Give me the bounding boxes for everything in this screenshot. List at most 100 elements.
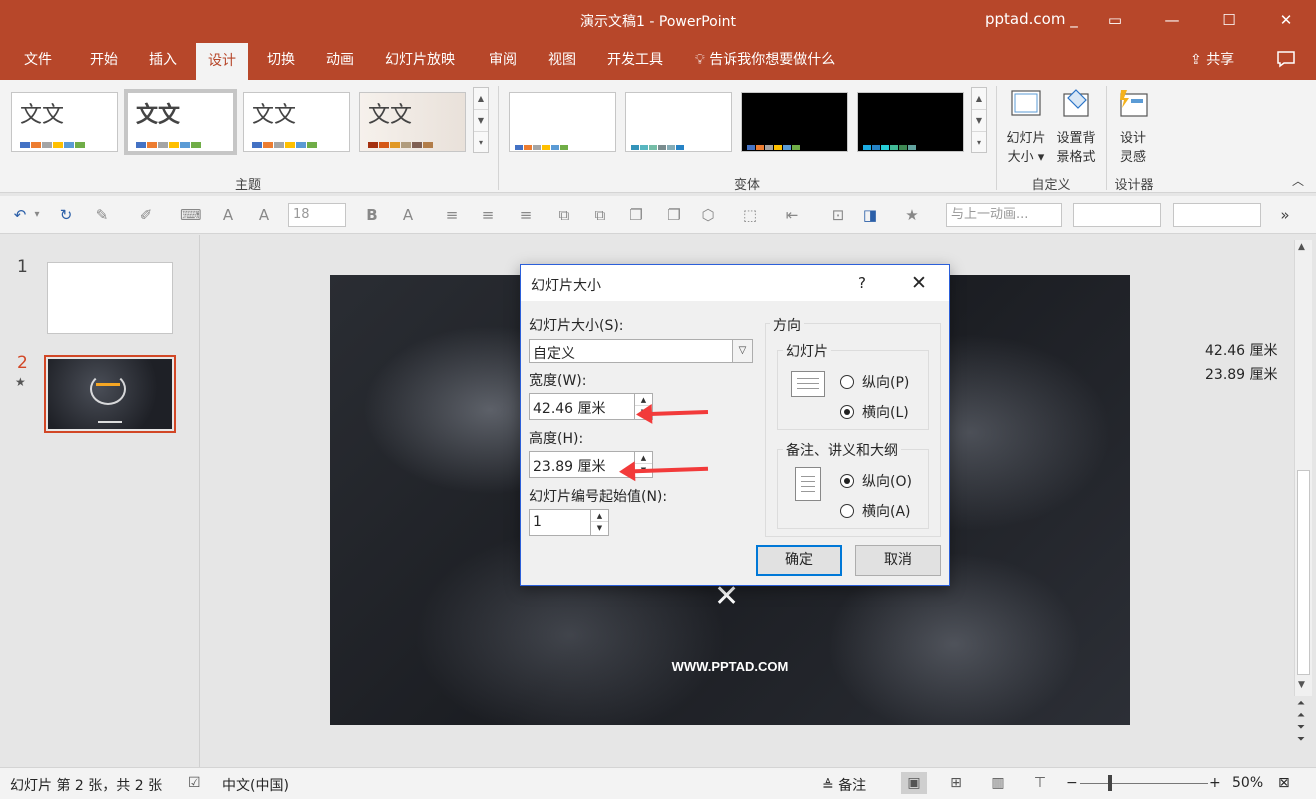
zoom-level[interactable]: 50% <box>1232 775 1263 791</box>
ungroup-icon[interactable]: ⧉ <box>590 205 610 225</box>
fit-slide-icon[interactable]: ⊠ <box>1278 775 1290 791</box>
notes-button[interactable]: ≜ 备注 <box>822 775 866 795</box>
zoom-slider[interactable] <box>1080 783 1208 784</box>
scroll-thumb[interactable] <box>1297 470 1310 675</box>
zoom-slider-thumb[interactable] <box>1108 775 1112 791</box>
bold-icon[interactable]: B <box>362 205 382 225</box>
minimize-icon[interactable]: — <box>1160 8 1184 32</box>
layout-icon[interactable]: ◨ <box>860 205 880 225</box>
font-shrink-icon[interactable]: A <box>254 205 274 225</box>
theme-thumb-4[interactable]: 文文 <box>359 92 466 152</box>
spellcheck-icon[interactable]: ☑ <box>188 775 201 791</box>
pen-icon[interactable]: ✐ <box>136 205 156 225</box>
vertical-scrollbar[interactable]: ▲ ▼ <box>1294 240 1312 696</box>
tab-view[interactable]: 视图 <box>536 40 588 80</box>
collapse-ribbon-icon[interactable]: ︿ <box>1292 172 1304 189</box>
font-grow-icon[interactable]: A <box>218 205 238 225</box>
tab-file[interactable]: 文件 <box>12 40 64 80</box>
align-center-icon[interactable]: ≡ <box>478 205 498 225</box>
select-icon[interactable]: ⬚ <box>740 205 760 225</box>
variant-gallery-scroll[interactable]: ▲ ▼ ▾ <box>971 87 987 153</box>
tab-transitions[interactable]: 切换 <box>255 40 307 80</box>
tab-insert[interactable]: 插入 <box>137 40 189 80</box>
close-window-icon[interactable]: ✕ <box>1274 8 1298 32</box>
align-objects-icon[interactable]: ⇤ <box>782 205 802 225</box>
tell-me[interactable]: 💡︎ 告诉我你想要做什么 <box>695 40 835 80</box>
status-bar: 幻灯片 第 2 张，共 2 张 ☑ 中文(中国) ≜ 备注 ▣ ⊞ ▥ ⊤ − … <box>0 767 1316 799</box>
slide-thumbnails: 1 2 ★ <box>0 235 200 767</box>
tab-design[interactable]: 设计 <box>196 43 248 80</box>
animation-timing-box[interactable]: 与上一动画... <box>946 203 1062 227</box>
start-down-icon[interactable]: ▼ <box>591 522 608 534</box>
align-right-icon[interactable]: ≡ <box>516 205 536 225</box>
theme-thumb-2[interactable]: 文文 <box>124 89 237 155</box>
variant-thumb-4[interactable] <box>857 92 964 152</box>
theme-thumb-3[interactable]: 文文 <box>243 92 350 152</box>
undo-icon[interactable]: ↶ <box>10 205 30 225</box>
font-color-icon[interactable]: A <box>398 205 418 225</box>
variant-thumb-1[interactable] <box>509 92 616 152</box>
align-left-icon[interactable]: ≡ <box>442 205 462 225</box>
normal-view-icon[interactable]: ▣ <box>901 772 927 794</box>
send-backward-icon[interactable]: ❐ <box>664 205 684 225</box>
notes-portrait-radio[interactable]: 纵向(O) <box>840 471 912 491</box>
slide-thumb-2[interactable] <box>44 355 176 433</box>
group-label-themes: 主题 <box>234 178 261 193</box>
undo-dropdown-icon[interactable]: ▾ <box>32 205 42 225</box>
height-up-icon[interactable]: ▲ <box>635 452 652 464</box>
maximize-icon[interactable]: ☐ <box>1217 8 1241 32</box>
tab-home[interactable]: 开始 <box>78 40 130 80</box>
slide-thumb-1[interactable] <box>47 262 173 334</box>
ok-button[interactable]: 确定 <box>756 545 842 576</box>
keyboard-icon[interactable]: ⌨ <box>180 205 202 225</box>
slide-sorter-icon[interactable]: ⊞ <box>943 772 969 794</box>
help-icon[interactable]: ? <box>858 274 866 292</box>
delay-box[interactable] <box>1173 203 1261 227</box>
design-ideas-button[interactable]: 设计 灵感 <box>1111 86 1155 167</box>
reading-view-icon[interactable]: ▥ <box>985 772 1011 794</box>
zoom-in-icon[interactable]: + <box>1209 775 1221 791</box>
zoom-out-icon[interactable]: − <box>1066 775 1078 791</box>
start-up-icon[interactable]: ▲ <box>591 510 608 522</box>
cancel-button[interactable]: 取消 <box>855 545 941 576</box>
animation-star-icon[interactable]: ★ <box>902 205 922 225</box>
theme-thumb-1[interactable]: 文文 <box>11 92 118 152</box>
shapes-icon[interactable]: ⬡ <box>698 205 718 225</box>
redo-icon[interactable]: ↻ <box>56 205 76 225</box>
comment-icon[interactable] <box>1276 50 1296 68</box>
format-painter-icon[interactable]: ✎ <box>92 205 112 225</box>
more-controls-icon[interactable]: » <box>1275 205 1295 225</box>
share-button[interactable]: ⇪ 共享 <box>1190 40 1234 80</box>
scroll-down-icon[interactable]: ▼ <box>1298 680 1305 690</box>
portrait-page-icon <box>795 467 821 501</box>
tab-animations[interactable]: 动画 <box>314 40 366 80</box>
slides-landscape-radio[interactable]: 横向(L) <box>840 402 909 422</box>
slides-portrait-radio[interactable]: 纵向(P) <box>840 372 909 392</box>
start-number-input[interactable]: 1 ▲ ▼ <box>529 509 609 536</box>
language-label[interactable]: 中文(中国) <box>222 775 289 795</box>
bring-forward-icon[interactable]: ❐ <box>626 205 646 225</box>
theme-gallery-scroll[interactable]: ▲ ▼ ▾ <box>473 87 489 153</box>
font-size-box[interactable]: 18 <box>288 203 346 227</box>
scroll-up-icon[interactable]: ▲ <box>1298 242 1305 252</box>
ribbon-display-icon[interactable]: ▭ <box>1103 8 1127 32</box>
tab-review[interactable]: 审阅 <box>477 40 529 80</box>
next-slide-icon[interactable]: ⏷ ⏷ <box>1297 722 1305 746</box>
tab-developer[interactable]: 开发工具 <box>595 40 675 80</box>
size-select[interactable]: 自定义 ▽ <box>529 339 753 363</box>
variant-thumb-3[interactable] <box>741 92 848 152</box>
chevron-down-icon[interactable]: ▽ <box>732 340 752 362</box>
notes-landscape-radio[interactable]: 横向(A) <box>840 501 911 521</box>
prev-slide-icon[interactable]: ⏶ ⏶ <box>1297 698 1305 722</box>
selection-pane-icon[interactable]: ⊡ <box>828 205 848 225</box>
group-icon[interactable]: ⧉ <box>554 205 574 225</box>
format-background-button[interactable]: 设置背 景格式 <box>1051 86 1101 167</box>
design-ideas-label-2: 灵感 <box>1119 150 1146 165</box>
tab-slideshow[interactable]: 幻灯片放映 <box>373 40 467 80</box>
slide-size-button[interactable]: 幻灯片 大小 ▾ <box>1001 86 1051 167</box>
variant-thumb-2[interactable] <box>625 92 732 152</box>
dialog-close-icon[interactable]: ✕ <box>911 272 927 294</box>
slideshow-view-icon[interactable]: ⊤ <box>1027 772 1053 794</box>
width-input[interactable]: 42.46 厘米 ▲▼ <box>529 393 653 420</box>
duration-box[interactable] <box>1073 203 1161 227</box>
